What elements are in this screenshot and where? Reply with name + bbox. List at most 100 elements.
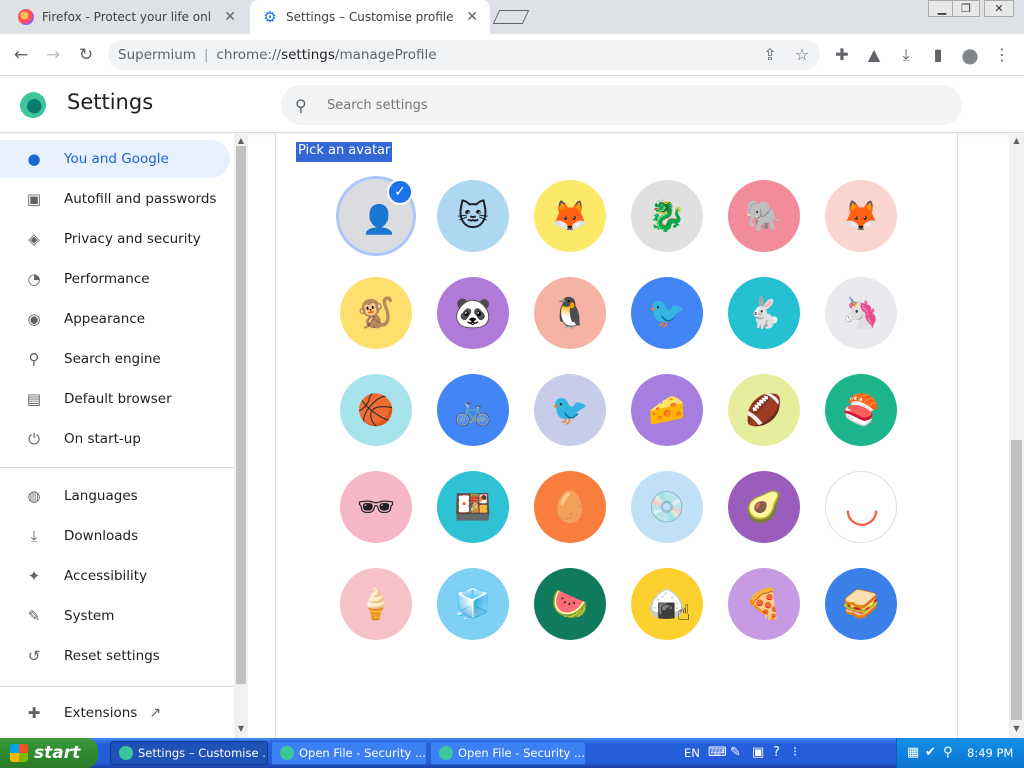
avatar-option-bike[interactable]: 🚲 xyxy=(437,374,509,446)
avatar-option-origami-rabbit[interactable]: 🐇 xyxy=(728,277,800,349)
back-button[interactable]: ← xyxy=(8,42,34,68)
avatar-option-tamagotchi[interactable]: 🥚 xyxy=(534,471,606,543)
avatar-option-vinyl[interactable]: 💿 xyxy=(631,471,703,543)
search-tray-icon[interactable]: ⚲ xyxy=(943,745,953,760)
avatar-option-ice-cream[interactable]: 🍦 xyxy=(340,568,412,640)
scroll-down-arrow-icon[interactable]: ▼ xyxy=(1009,724,1024,733)
taskbar-item-open-file-2[interactable]: Open File - Security ... xyxy=(430,741,586,765)
labs-flask-icon[interactable]: ▲ xyxy=(862,42,886,68)
keyboard-icon[interactable]: ⌨ xyxy=(708,745,727,760)
language-indicator[interactable]: EN xyxy=(684,746,700,760)
avatar-option-basketball[interactable]: 🏀 xyxy=(340,374,412,446)
sidebar: ● You and Google ▣ Autofill and password… xyxy=(0,134,234,738)
avatar-option-sushi[interactable]: 🍱 xyxy=(437,471,509,543)
sidebar-item-search-engine[interactable]: ⚲ Search engine xyxy=(0,340,230,378)
avatar-option-cheese[interactable]: 🧀 xyxy=(631,374,703,446)
bookmark-star-icon[interactable]: ☆ xyxy=(790,42,814,68)
avatar-option-sushi-plate[interactable]: 🍣 xyxy=(825,374,897,446)
sidebar-item-you-and-google[interactable]: ● You and Google xyxy=(0,140,230,178)
avatar-option-pizza[interactable]: 🍕 xyxy=(728,568,800,640)
avatar-option-avocado[interactable]: 🥑 xyxy=(728,471,800,543)
avatar-option-origami-penguin[interactable]: 🐧 xyxy=(534,277,606,349)
avatar-option-football[interactable]: 🏈 xyxy=(728,374,800,446)
avatar-option-origami-panda[interactable]: 🐼 xyxy=(437,277,509,349)
search-settings-box[interactable]: ⚲ xyxy=(281,85,962,125)
avatar-option-onigiri[interactable]: 🍙 xyxy=(631,568,703,640)
avatar-option-origami-monkey[interactable]: 🐒 xyxy=(340,277,412,349)
avatar-option-sandwich[interactable]: 🥪 xyxy=(825,568,897,640)
close-tab-icon[interactable]: ✕ xyxy=(466,9,478,25)
sidebar-item-label: Autofill and passwords xyxy=(64,191,217,207)
new-tab-button[interactable] xyxy=(492,10,530,24)
avatar-option-watermelon[interactable]: 🍉 xyxy=(534,568,606,640)
avatar-option-origami-fox[interactable]: 🦊 xyxy=(534,180,606,252)
ice-cream-icon: 🍦 xyxy=(357,586,395,622)
close-tab-icon[interactable]: ✕ xyxy=(224,9,236,25)
help-icon[interactable]: ? xyxy=(773,745,780,760)
avatar-option-origami-cat[interactable]: 🐱 xyxy=(437,180,509,252)
security-icon[interactable]: ✔ xyxy=(925,745,936,760)
extensions-puzzle-icon[interactable]: ✚ xyxy=(830,42,854,68)
sidebar-item-reset-settings[interactable]: ↺ Reset settings xyxy=(0,637,230,675)
avatar-option-red-bird[interactable]: 🐦 xyxy=(534,374,606,446)
avatar-option-origami-unicorn[interactable]: 🦄 xyxy=(825,277,897,349)
start-label: start xyxy=(34,743,81,763)
scroll-up-arrow-icon[interactable]: ▲ xyxy=(234,136,248,145)
network-icon[interactable]: ▦ xyxy=(907,745,919,760)
tab-firefox[interactable]: Firefox - Protect your life online with … xyxy=(6,0,248,34)
scroll-up-arrow-icon[interactable]: ▲ xyxy=(1009,136,1024,145)
sidebar-item-downloads[interactable]: ⤓ Downloads xyxy=(0,517,230,555)
smiley-icon: ◡ xyxy=(844,485,880,531)
reload-button[interactable]: ↻ xyxy=(73,42,99,68)
origami-rabbit-icon: 🐇 xyxy=(745,295,783,331)
sidebar-item-performance[interactable]: ◔ Performance xyxy=(0,260,230,298)
avatar-option-origami-bird[interactable]: 🐦 xyxy=(631,277,703,349)
pen-icon[interactable]: ✎ xyxy=(730,745,741,760)
sidebar-item-languages[interactable]: ◍ Languages xyxy=(0,477,230,515)
download-icon[interactable]: ⤓ xyxy=(894,42,918,68)
sidebar-item-privacy[interactable]: ◈ Privacy and security xyxy=(0,220,230,258)
sidebar-item-label: Search engine xyxy=(64,351,161,367)
taskbar-item-label: Settings – Customise ... xyxy=(138,746,268,760)
address-bar[interactable]: Supermium | chrome:// settings /managePr… xyxy=(108,40,820,70)
scroll-down-arrow-icon[interactable]: ▼ xyxy=(234,724,248,733)
sidebar-scrollbar-thumb[interactable] xyxy=(236,146,246,684)
sidebar-divider xyxy=(0,467,234,468)
search-input[interactable] xyxy=(327,97,927,113)
profile-avatar-icon[interactable]: ● xyxy=(958,42,982,68)
restore-button[interactable]: ❐ xyxy=(952,0,980,17)
sidebar-item-autofill[interactable]: ▣ Autofill and passwords xyxy=(0,180,230,218)
watermelon-icon: 🍉 xyxy=(551,586,589,622)
start-button[interactable]: start xyxy=(0,738,98,768)
taskbar-item-open-file-1[interactable]: Open File - Security ... xyxy=(271,741,427,765)
share-icon[interactable]: ⇪ xyxy=(758,42,782,68)
tab-strip: Firefox - Protect your life online with … xyxy=(0,0,1024,34)
taskbar-item-settings[interactable]: Settings – Customise ... xyxy=(110,741,268,765)
tab-title: Firefox - Protect your life online with xyxy=(42,10,212,24)
tablet-icon[interactable]: ▣ xyxy=(752,745,764,760)
person-icon: ● xyxy=(27,150,41,168)
tab-settings[interactable]: ⚙ Settings – Customise profile ✕ xyxy=(250,0,490,34)
sidebar-item-label: Accessibility xyxy=(64,568,148,584)
avatar-option-smiley[interactable]: ◡ xyxy=(825,471,897,543)
sidebar-item-default-browser[interactable]: ▤ Default browser xyxy=(0,380,230,418)
menu-kebab-icon[interactable]: ⋮ xyxy=(990,42,1014,68)
close-window-button[interactable]: ✕ xyxy=(984,0,1014,17)
forward-button[interactable]: → xyxy=(40,42,66,68)
avatar-option-origami-elephant[interactable]: 🐘 xyxy=(728,180,800,252)
sidebar-item-appearance[interactable]: ◉ Appearance xyxy=(0,300,230,338)
avatar-option-origami-dragon[interactable]: 🐉 xyxy=(631,180,703,252)
sidebar-item-extensions[interactable]: ✚ Extensions ↗ xyxy=(0,694,230,732)
sidebar-item-system[interactable]: ✎ System xyxy=(0,597,230,635)
sushi-plate-icon: 🍣 xyxy=(842,392,880,428)
sidebar-item-on-startup[interactable]: ⏻ On start-up xyxy=(0,420,230,458)
avatar-option-ice-cubes[interactable]: 🧊 xyxy=(437,568,509,640)
sidebar-item-label: Privacy and security xyxy=(64,231,201,247)
page-scrollbar-thumb[interactable] xyxy=(1011,440,1022,720)
sidebar-item-label: Performance xyxy=(64,271,150,287)
sidebar-item-accessibility[interactable]: ✦ Accessibility xyxy=(0,557,230,595)
side-panel-icon[interactable]: ▮ xyxy=(926,42,950,68)
avatar-option-sunglasses[interactable]: 🕶 xyxy=(340,471,412,543)
avatar-option-origami-fox-red[interactable]: 🦊 xyxy=(825,180,897,252)
options-icon[interactable]: ⁝ xyxy=(793,745,797,760)
